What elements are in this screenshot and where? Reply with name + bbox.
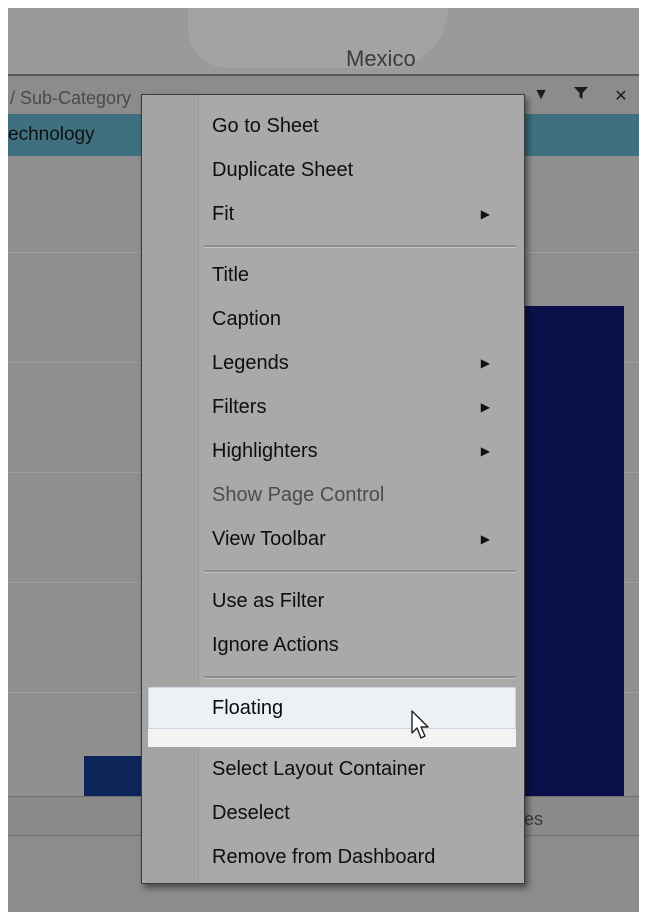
menu-icon-gutter	[142, 95, 199, 883]
menu-item-label: Highlighters	[212, 440, 318, 462]
context-menu: Go to Sheet Duplicate Sheet Fit ▶ Title C…	[141, 94, 525, 884]
menu-item-label: Filters	[212, 396, 267, 418]
menu-item-view-toolbar[interactable]: View Toolbar ▶	[212, 519, 512, 559]
menu-separator	[204, 245, 516, 248]
menu-item-highlighters[interactable]: Highlighters ▶	[212, 431, 512, 471]
menu-item-label: Deselect	[212, 802, 290, 824]
menu-item-label: View Toolbar	[212, 528, 326, 550]
submenu-arrow-icon: ▶	[480, 207, 490, 221]
menu-item-legends[interactable]: Legends ▶	[212, 343, 512, 383]
menu-separator	[204, 570, 516, 573]
menu-item-use-as-filter[interactable]: Use as Filter	[212, 581, 512, 621]
menu-item-floating[interactable]: Floating	[148, 687, 516, 729]
sheet-header-icons: ▼ ✕	[531, 86, 631, 106]
close-icon[interactable]: ✕	[611, 86, 631, 106]
sheet-header-title: / Sub-Category	[10, 88, 132, 108]
menu-item-fit[interactable]: Fit ▶	[212, 194, 512, 234]
menu-item-select-layout-container[interactable]: Select Layout Container	[212, 749, 512, 789]
menu-separator	[204, 676, 516, 679]
menu-item-label: Ignore Actions	[212, 634, 339, 656]
menu-item-label: Use as Filter	[212, 590, 325, 612]
menu-item-label: Caption	[212, 308, 281, 330]
menu-item-label: Select Layout Container	[212, 758, 426, 780]
mouse-pointer-icon	[411, 710, 429, 739]
menu-item-deselect[interactable]: Deselect	[212, 793, 512, 833]
menu-item-go-to-sheet[interactable]: Go to Sheet	[212, 106, 512, 146]
submenu-arrow-icon: ▶	[480, 400, 490, 414]
menu-item-label: Go to Sheet	[212, 115, 319, 137]
menu-item-label: Duplicate Sheet	[212, 159, 354, 181]
category-label: echnology	[8, 124, 95, 145]
axis-partial-label: es	[524, 809, 544, 829]
map-label: Mexico	[346, 46, 416, 71]
menu-item-label: Legends	[212, 352, 289, 374]
submenu-arrow-icon: ▶	[480, 356, 490, 370]
filter-funnel-icon[interactable]	[571, 86, 591, 106]
menu-item-filters[interactable]: Filters ▶	[212, 387, 512, 427]
submenu-arrow-icon: ▶	[480, 444, 490, 458]
menu-item-caption[interactable]: Caption	[212, 299, 512, 339]
menu-item-duplicate-sheet[interactable]: Duplicate Sheet	[212, 150, 512, 190]
submenu-arrow-icon: ▶	[480, 532, 490, 546]
dropdown-arrow-icon[interactable]: ▼	[531, 86, 551, 106]
menu-item-remove-from-dashboard[interactable]: Remove from Dashboard	[212, 837, 512, 877]
map-view[interactable]: Mexico	[8, 8, 639, 74]
menu-item-title[interactable]: Title	[212, 255, 512, 295]
menu-item-label: Fit	[212, 203, 235, 225]
menu-item-ignore-actions[interactable]: Ignore Actions	[212, 625, 512, 665]
menu-item-show-page-control: Show Page Control	[212, 475, 512, 515]
bar-mark[interactable]	[508, 306, 624, 796]
menu-item-label: Remove from Dashboard	[212, 846, 436, 868]
menu-item-label: Floating	[212, 697, 284, 719]
menu-item-label: Show Page Control	[212, 484, 385, 506]
menu-item-label: Title	[212, 264, 250, 286]
highlight-shadow	[148, 729, 516, 747]
